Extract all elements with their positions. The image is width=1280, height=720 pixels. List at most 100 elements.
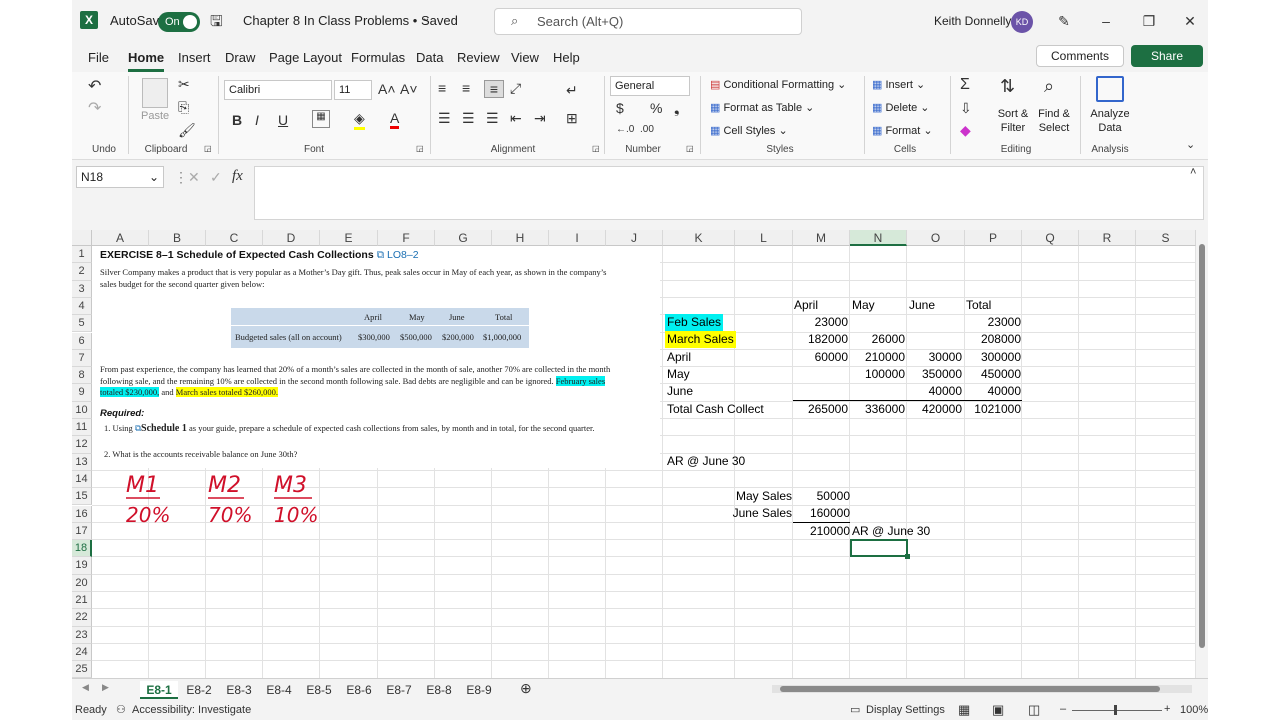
format-cells-button[interactable]: ▦ Format ⌄ — [872, 124, 933, 137]
sheet-tab-e8-9[interactable]: E8-9 — [460, 681, 498, 699]
fill-handle[interactable] — [905, 554, 910, 559]
row-header-6[interactable]: 6 — [72, 332, 92, 350]
tab-insert[interactable]: Insert — [178, 50, 211, 65]
page-break-view-icon[interactable]: ◫ — [1028, 702, 1040, 718]
analyze-data-label-1[interactable]: Analyze — [1086, 108, 1134, 120]
dialog-launcher-icon[interactable]: ◲ — [204, 144, 212, 153]
dialog-launcher-icon[interactable]: ◲ — [416, 144, 424, 153]
comma-icon[interactable]: ❟ — [674, 100, 680, 117]
column-header-a[interactable]: A — [92, 230, 149, 246]
zoom-slider-thumb[interactable] — [1114, 705, 1117, 715]
column-header-p[interactable]: P — [965, 230, 1022, 246]
row-header-11[interactable]: 11 — [72, 419, 92, 437]
align-bottom-icon[interactable]: ≡ — [484, 80, 504, 98]
value-cell[interactable] — [850, 314, 905, 331]
tab-data[interactable]: Data — [416, 50, 443, 65]
clear-icon[interactable]: ◆ — [960, 122, 971, 139]
tab-review[interactable]: Review — [457, 50, 500, 65]
cut-icon[interactable]: ✂ — [178, 76, 190, 93]
delete-cells-button[interactable]: ▦ Delete ⌄ — [872, 101, 930, 114]
undo-icon[interactable]: ↶ — [88, 76, 101, 96]
column-header-b[interactable]: B — [149, 230, 206, 246]
june-sales-label-cell[interactable]: June Sales — [708, 505, 792, 522]
display-settings[interactable]: Display Settings — [866, 704, 945, 716]
zoom-out-icon[interactable]: – — [1060, 703, 1066, 715]
sheet-tab-e8-7[interactable]: E8-7 — [380, 681, 418, 699]
paste-label[interactable]: Paste — [141, 110, 169, 122]
collapse-ribbon-icon[interactable]: ⌄ — [1186, 138, 1195, 151]
column-header-q[interactable]: Q — [1022, 230, 1079, 246]
value-cell[interactable] — [793, 383, 848, 400]
collapse-formula-bar-icon[interactable]: ˄ — [1190, 166, 1196, 178]
enter-icon[interactable]: ✓ — [210, 169, 222, 186]
decrease-font-icon[interactable]: A˅ — [400, 81, 418, 97]
pen-icon[interactable]: ✎ — [1050, 8, 1078, 34]
name-box[interactable]: N18 ⌄ — [76, 166, 164, 188]
tab-help[interactable]: Help — [553, 50, 580, 65]
column-header-c[interactable]: C — [206, 230, 263, 246]
analyze-data-label-2[interactable]: Data — [1086, 122, 1134, 134]
row-header-5[interactable]: 5 — [72, 315, 92, 333]
chevron-down-icon[interactable]: ⌄ — [422, 13, 430, 24]
column-header-r[interactable]: R — [1079, 230, 1136, 246]
page-layout-view-icon[interactable]: ▣ — [992, 702, 1004, 718]
header-cell[interactable]: Total — [966, 297, 991, 314]
column-header-d[interactable]: D — [263, 230, 320, 246]
horizontal-scrollbar[interactable] — [772, 685, 1192, 693]
may-sales-label-cell[interactable]: May Sales — [708, 488, 792, 505]
column-header-f[interactable]: F — [378, 230, 435, 246]
dialog-launcher-icon[interactable]: ◲ — [686, 144, 694, 153]
column-header-e[interactable]: E — [320, 230, 378, 246]
find-select-label-1[interactable]: Find & — [1036, 108, 1072, 120]
value-cell[interactable]: 40000 — [907, 383, 962, 400]
value-cell[interactable]: 1021000 — [965, 401, 1021, 418]
row-header-1[interactable]: 1 — [72, 246, 92, 264]
value-cell[interactable] — [907, 331, 962, 348]
close-button[interactable]: ✕ — [1176, 8, 1204, 34]
value-cell[interactable] — [907, 314, 962, 331]
header-cell[interactable]: April — [794, 297, 818, 314]
value-cell[interactable]: 182000 — [793, 331, 848, 348]
comments-button[interactable]: Comments — [1036, 45, 1124, 67]
increase-indent-icon[interactable]: ⇥ — [534, 110, 546, 127]
font-size-select[interactable]: 11 — [334, 80, 372, 100]
value-cell[interactable]: 40000 — [965, 383, 1021, 400]
value-cell[interactable]: 26000 — [850, 331, 905, 348]
value-cell[interactable] — [793, 366, 848, 383]
header-cell[interactable]: May — [852, 297, 875, 314]
align-center-icon[interactable]: ☰ — [462, 110, 475, 127]
font-name-select[interactable]: Calibri — [224, 80, 332, 100]
accessibility-status[interactable]: Accessibility: Investigate — [132, 704, 251, 716]
redo-icon[interactable]: ↷ — [88, 98, 101, 118]
zoom-in-icon[interactable]: + — [1164, 703, 1170, 715]
row-header-4[interactable]: 4 — [72, 297, 92, 316]
sort-filter-icon[interactable]: ⇅ — [1000, 76, 1015, 97]
align-middle-icon[interactable]: ≡ — [462, 80, 470, 96]
row-label-cell[interactable]: March Sales — [665, 331, 736, 349]
value-cell[interactable]: 350000 — [907, 366, 962, 383]
tab-draw[interactable]: Draw — [225, 50, 255, 65]
dialog-launcher-icon[interactable]: ◲ — [592, 144, 600, 153]
row-header-12[interactable]: 12 — [72, 436, 92, 454]
value-cell[interactable]: 23000 — [793, 314, 848, 331]
zoom-level[interactable]: 100% — [1180, 704, 1208, 716]
find-select-label-2[interactable]: Select — [1036, 122, 1072, 134]
save-icon[interactable]: 🖫 — [210, 11, 223, 36]
sheet-tab-e8-2[interactable]: E8-2 — [180, 681, 218, 699]
column-header-j[interactable]: J — [606, 230, 663, 246]
column-header-i[interactable]: I — [549, 230, 606, 246]
copy-icon[interactable]: ⎘ — [178, 99, 189, 116]
merge-center-icon[interactable]: ⊞ — [566, 110, 578, 127]
row-label-cell[interactable]: Feb Sales — [665, 314, 724, 331]
paste-icon[interactable] — [142, 78, 168, 108]
share-button[interactable]: Share — [1131, 45, 1203, 67]
tab-page-layout[interactable]: Page Layout — [269, 50, 342, 65]
sheet-tab-e8-5[interactable]: E8-5 — [300, 681, 338, 699]
row-header-20[interactable]: 20 — [72, 574, 92, 592]
bold-icon[interactable]: B — [232, 112, 242, 128]
column-header-o[interactable]: O — [907, 230, 965, 246]
wrap-text-icon[interactable]: ↵ — [566, 82, 578, 99]
format-painter-icon[interactable]: 🖌 — [178, 122, 196, 139]
row-header-18[interactable]: 18 — [72, 540, 92, 558]
sheet-tab-e8-4[interactable]: E8-4 — [260, 681, 298, 699]
